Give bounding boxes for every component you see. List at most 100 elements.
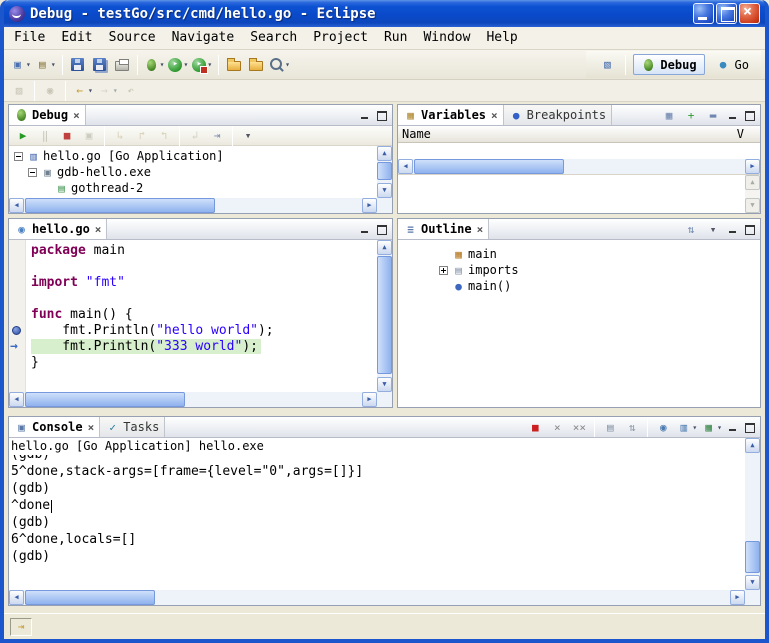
minimize-button[interactable] <box>693 3 714 24</box>
maximize-button[interactable] <box>716 3 737 24</box>
minimize-view-button[interactable] <box>359 110 372 121</box>
new-menu-button[interactable]: ▤▾ <box>33 53 58 77</box>
scroll-right-icon[interactable]: ▶ <box>730 590 745 605</box>
menu-edit[interactable]: Edit <box>53 27 100 49</box>
close-button[interactable]: × <box>739 3 760 24</box>
scrollbar-thumb[interactable] <box>25 590 155 605</box>
terminate-console-button[interactable]: ■ <box>524 418 546 436</box>
horizontal-scrollbar[interactable]: ◀ ▶ <box>9 392 377 407</box>
tree-item[interactable]: ▤imports <box>436 262 760 278</box>
perspective-go-button[interactable]: ● Go <box>708 54 757 75</box>
scroll-right-icon[interactable]: ▶ <box>745 159 760 174</box>
scroll-down-icon[interactable]: ▼ <box>377 377 392 392</box>
run-button[interactable]: ▸▾ <box>166 53 190 77</box>
console-output[interactable]: (gdb)5^done,stack-args=[frame={level="0"… <box>9 455 745 590</box>
code-line[interactable]: } <box>9 355 377 371</box>
display-console-button[interactable]: ▥▾ <box>674 418 699 436</box>
tree-item[interactable]: ▥hello.go [Go Application] <box>11 148 377 164</box>
tree-item[interactable]: ●main() <box>436 278 760 294</box>
tab-debug[interactable]: Debug × <box>9 105 86 125</box>
maximize-view-button[interactable] <box>743 110 756 121</box>
titlebar[interactable]: Debug - testGo/src/cmd/hello.go - Eclips… <box>4 0 765 27</box>
breakpoint-icon[interactable] <box>12 326 21 335</box>
menu-navigate[interactable]: Navigate <box>164 27 243 49</box>
code-editor[interactable]: package mainimport "fmt"func main() { fm… <box>9 240 377 392</box>
search-button[interactable]: ▾ <box>267 53 292 77</box>
pin-console-button[interactable]: ◉ <box>652 418 674 436</box>
perspective-debug-button[interactable]: Debug <box>633 54 704 75</box>
scrollbar-thumb[interactable] <box>25 392 185 407</box>
variables-content[interactable] <box>398 143 760 159</box>
view-menu-button[interactable]: ▾ <box>702 220 724 238</box>
vertical-scrollbar[interactable]: ▲ ▼ <box>377 240 392 392</box>
code-line[interactable]: → fmt.Println("333 world"); <box>9 339 377 355</box>
scroll-right-icon[interactable]: ▶ <box>362 198 377 213</box>
dropdown-arrow-icon[interactable]: ▾ <box>717 423 722 432</box>
menu-source[interactable]: Source <box>101 27 164 49</box>
step-into-button[interactable]: ↳ <box>109 124 131 148</box>
debug-button[interactable]: ▾ <box>142 53 167 77</box>
tab-close-icon[interactable]: × <box>95 222 102 237</box>
horizontal-scrollbar[interactable]: ◀ ▶ <box>9 198 377 213</box>
open-resource-button[interactable] <box>245 53 267 77</box>
tab-breakpoints[interactable]: ● Breakpoints <box>504 105 612 125</box>
vertical-scrollbar-disabled[interactable]: ▲ ▼ <box>745 175 760 213</box>
menu-file[interactable]: File <box>6 27 53 49</box>
minimize-view-button[interactable] <box>727 224 740 235</box>
mark-occurrences-button[interactable]: ▨ <box>8 81 30 101</box>
code-line[interactable] <box>9 259 377 275</box>
drop-frame-button[interactable]: ↲ <box>184 124 206 148</box>
menu-window[interactable]: Window <box>415 27 478 49</box>
remove-all-button[interactable]: ×× <box>568 418 590 436</box>
scroll-down-icon[interactable]: ▼ <box>377 183 392 198</box>
scroll-up-icon[interactable]: ▲ <box>745 438 760 453</box>
tab-close-icon[interactable]: × <box>88 420 95 435</box>
disconnect-button[interactable]: ▣ <box>78 124 100 148</box>
scroll-lock-button[interactable]: ⇅ <box>621 418 643 436</box>
dropdown-arrow-icon[interactable]: ▾ <box>26 60 31 69</box>
save-all-button[interactable] <box>89 53 111 77</box>
terminate-debug-button[interactable]: ■ <box>56 124 78 148</box>
open-folder-button[interactable] <box>223 53 245 77</box>
dropdown-arrow-icon[interactable]: ▾ <box>692 423 697 432</box>
step-filters-button[interactable]: ⇥ <box>206 124 228 148</box>
tree-item[interactable]: ▦main <box>436 246 760 262</box>
step-over-button[interactable]: ↱ <box>131 124 153 148</box>
add-var-button[interactable]: + <box>680 106 702 124</box>
tab-tasks[interactable]: ✓ Tasks <box>100 417 165 437</box>
scroll-up-icon[interactable]: ▲ <box>377 146 392 161</box>
maximize-view-button[interactable] <box>743 422 756 433</box>
expander-minus-icon[interactable] <box>28 168 37 177</box>
step-return-button[interactable]: ↰ <box>153 124 175 148</box>
menu-help[interactable]: Help <box>478 27 525 49</box>
scroll-left-icon[interactable]: ◀ <box>9 198 24 213</box>
menu-run[interactable]: Run <box>376 27 415 49</box>
print-button[interactable] <box>111 53 133 77</box>
minimize-view-button[interactable] <box>727 110 740 121</box>
open-perspective-button[interactable]: ▧ <box>596 53 618 77</box>
menu-search[interactable]: Search <box>242 27 305 49</box>
suspend-button[interactable]: ‖ <box>34 124 56 148</box>
code-line[interactable]: package main <box>9 243 377 259</box>
variables-detail-pane[interactable]: ▲ ▼ <box>398 174 760 213</box>
save-button[interactable] <box>67 53 89 77</box>
view-menu-button[interactable]: ▾ <box>237 124 259 148</box>
minimize-view-button[interactable] <box>727 422 740 433</box>
back-button[interactable]: ←▾ <box>70 81 95 101</box>
new-wizard-button[interactable]: ▣▾ <box>8 53 33 77</box>
code-line[interactable]: import "fmt" <box>9 275 377 291</box>
forward-button[interactable]: →▾ <box>95 81 120 101</box>
scroll-left-icon[interactable]: ◀ <box>398 159 413 174</box>
minimize-view-button[interactable] <box>359 224 372 235</box>
resume-button[interactable]: ▶ <box>12 124 34 148</box>
vertical-scrollbar[interactable]: ▲ ▼ <box>377 146 392 198</box>
tab-close-icon[interactable]: × <box>477 222 484 237</box>
tab-variables[interactable]: ▦ Variables × <box>398 105 504 125</box>
maximize-view-button[interactable] <box>375 224 388 235</box>
dropdown-arrow-icon[interactable]: ▾ <box>183 60 188 69</box>
scrollbar-thumb[interactable] <box>377 256 392 374</box>
tree-item[interactable]: ▣gdb-hello.exe <box>11 164 377 180</box>
fast-view-button[interactable]: ⇥ <box>10 618 32 636</box>
collapse-all-button[interactable]: ▬ <box>702 106 724 124</box>
dropdown-arrow-icon[interactable]: ▾ <box>88 86 93 95</box>
